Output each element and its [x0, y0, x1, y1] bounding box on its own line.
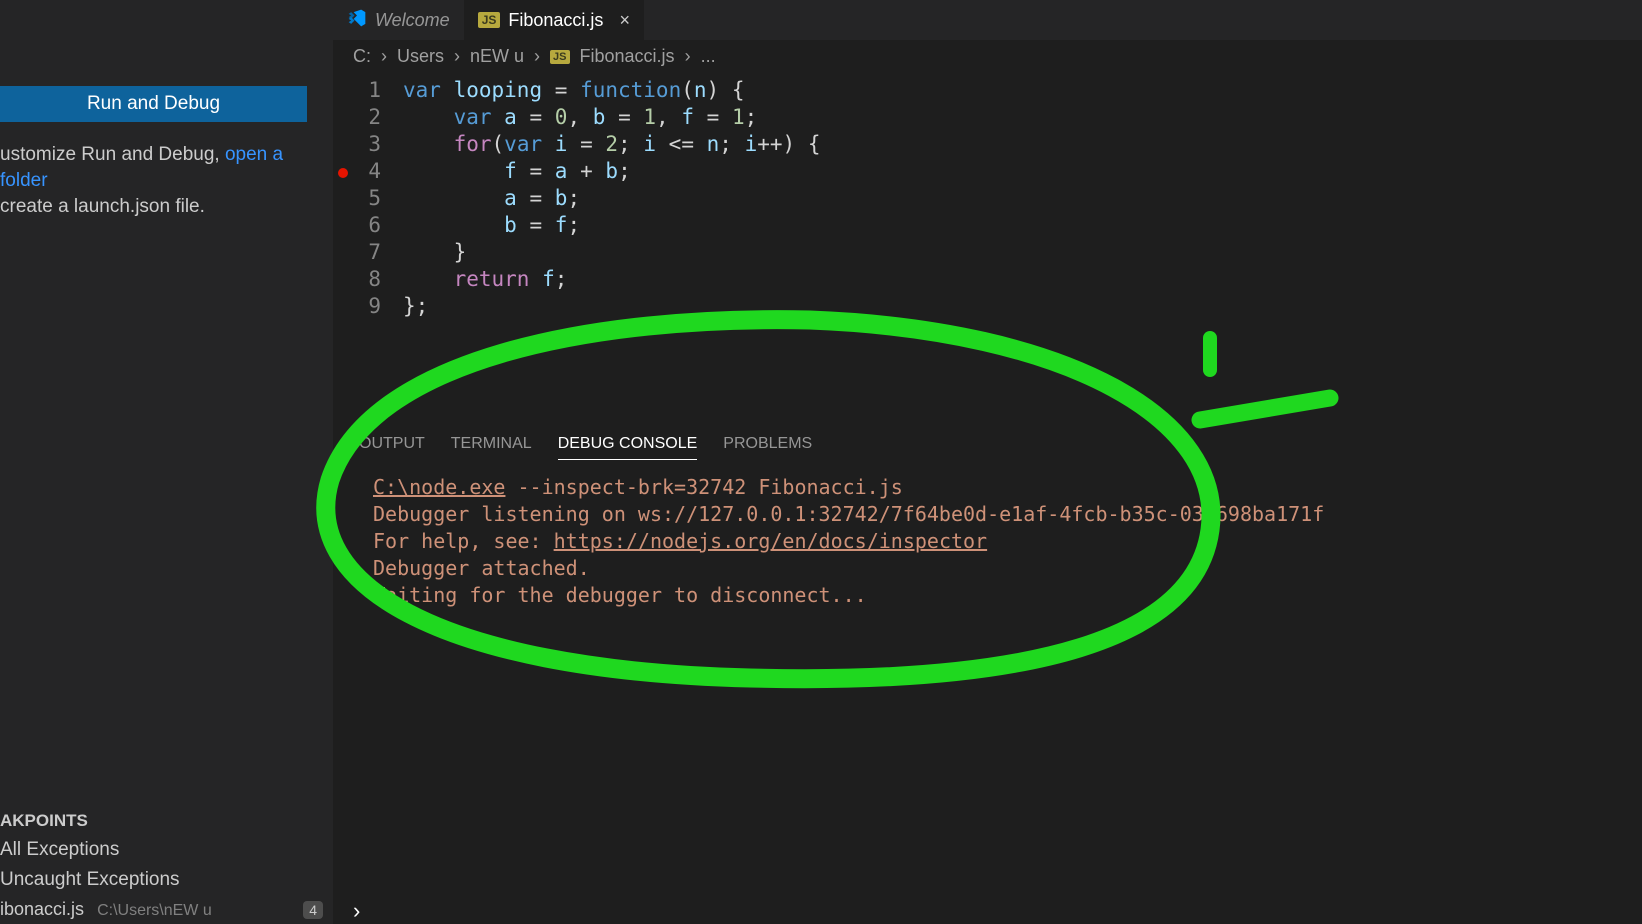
line-number: 6: [353, 212, 403, 239]
console-exe-link[interactable]: C:\node.exe: [373, 475, 505, 499]
console-help-link[interactable]: https://nodejs.org/en/docs/inspector: [554, 529, 987, 553]
code-text[interactable]: for(var i = 2; i <= n; i++) {: [403, 131, 820, 158]
breakpoint-line-badge: 4: [303, 901, 323, 919]
code-line[interactable]: 9};: [333, 293, 1642, 320]
code-text[interactable]: }: [403, 239, 466, 266]
line-number: 1: [353, 77, 403, 104]
tab-terminal[interactable]: TERMINAL: [451, 435, 532, 460]
line-number: 4: [353, 158, 403, 185]
breakpoint-gutter[interactable]: [333, 104, 353, 131]
sidebar-description: ustomize Run and Debug, open a folder cr…: [0, 142, 333, 220]
editor-area: Welcome JS Fibonacci.js × C: › Users › n…: [333, 0, 1642, 924]
chevron-right-icon: ›: [454, 46, 460, 67]
vscode-icon: [347, 8, 367, 33]
tab-output[interactable]: OUTPUT: [359, 435, 425, 460]
code-line[interactable]: 7 }: [333, 239, 1642, 266]
line-number: 2: [353, 104, 403, 131]
breakpoint-gutter[interactable]: [333, 239, 353, 266]
line-number: 5: [353, 185, 403, 212]
chevron-right-icon: ›: [534, 46, 540, 67]
code-text[interactable]: f = a + b;: [403, 158, 631, 185]
code-line[interactable]: 8 return f;: [333, 266, 1642, 293]
run-and-debug-button[interactable]: Run and Debug: [0, 86, 307, 122]
js-file-icon: JS: [478, 12, 501, 28]
code-text[interactable]: a = b;: [403, 185, 580, 212]
breakpoint-file-item[interactable]: ibonacci.js C:\Users\nEW u 4: [0, 895, 333, 924]
code-line[interactable]: 3 for(var i = 2; i <= n; i++) {: [333, 131, 1642, 158]
code-text[interactable]: var looping = function(n) {: [403, 77, 744, 104]
breakpoint-gutter[interactable]: [333, 212, 353, 239]
line-number: 9: [353, 293, 403, 320]
chevron-right-icon: ›: [381, 46, 387, 67]
breakpoint-all-exceptions[interactable]: All Exceptions: [0, 835, 333, 865]
line-number: 3: [353, 131, 403, 158]
breakpoint-gutter[interactable]: [333, 158, 353, 185]
code-line[interactable]: 5 a = b;: [333, 185, 1642, 212]
code-text[interactable]: b = f;: [403, 212, 580, 239]
breakpoints-section: AKPOINTS All Exceptions Uncaught Excepti…: [0, 807, 333, 924]
code-text[interactable]: return f;: [403, 266, 567, 293]
debug-sidebar: Run and Debug ustomize Run and Debug, op…: [0, 0, 333, 924]
breakpoint-dot-icon: [338, 168, 348, 178]
code-text[interactable]: var a = 0, b = 1, f = 1;: [403, 104, 757, 131]
editor-tabs: Welcome JS Fibonacci.js ×: [333, 0, 1642, 40]
debug-console-output[interactable]: C:\node.exe --inspect-brk=32742 Fibonacc…: [333, 470, 1642, 613]
tab-debug-console[interactable]: DEBUG CONSOLE: [558, 435, 698, 460]
breakpoint-gutter[interactable]: [333, 266, 353, 293]
code-editor[interactable]: 1var looping = function(n) {2 var a = 0,…: [333, 73, 1642, 320]
breakpoint-gutter[interactable]: [333, 131, 353, 158]
code-text[interactable]: };: [403, 293, 428, 320]
line-number: 7: [353, 239, 403, 266]
tab-problems[interactable]: PROBLEMS: [723, 435, 812, 460]
js-file-icon: JS: [550, 50, 569, 64]
tab-welcome[interactable]: Welcome: [333, 0, 464, 40]
code-line[interactable]: 6 b = f;: [333, 212, 1642, 239]
breakpoints-header[interactable]: AKPOINTS: [0, 807, 333, 835]
breakpoint-gutter[interactable]: [333, 185, 353, 212]
code-line[interactable]: 1var looping = function(n) {: [333, 77, 1642, 104]
code-line[interactable]: 4 f = a + b;: [333, 158, 1642, 185]
panel-tabs: OUTPUT TERMINAL DEBUG CONSOLE PROBLEMS: [333, 425, 1642, 470]
debug-repl-prompt-icon[interactable]: ›: [333, 898, 380, 924]
code-line[interactable]: 2 var a = 0, b = 1, f = 1;: [333, 104, 1642, 131]
breakpoint-gutter[interactable]: [333, 77, 353, 104]
close-icon[interactable]: ×: [619, 10, 630, 31]
bottom-panel: OUTPUT TERMINAL DEBUG CONSOLE PROBLEMS C…: [333, 425, 1642, 924]
breakpoint-uncaught-exceptions[interactable]: Uncaught Exceptions: [0, 865, 333, 895]
breakpoint-gutter[interactable]: [333, 293, 353, 320]
chevron-right-icon: ›: [685, 46, 691, 67]
line-number: 8: [353, 266, 403, 293]
breadcrumb[interactable]: C: › Users › nEW u › JS Fibonacci.js › .…: [333, 40, 1642, 73]
tab-fibonacci[interactable]: JS Fibonacci.js ×: [464, 0, 644, 40]
